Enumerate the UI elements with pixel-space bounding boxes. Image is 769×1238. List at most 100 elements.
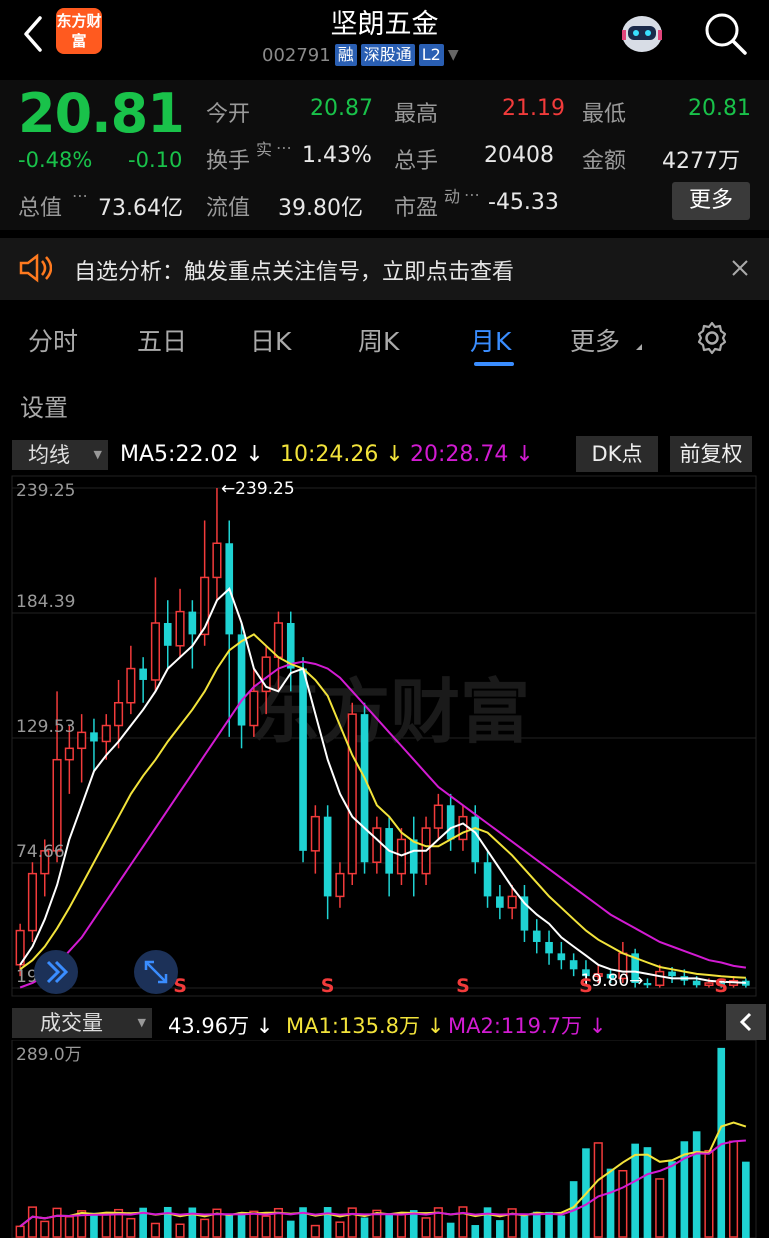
volume-select-button[interactable]: 成交量 ▼ bbox=[12, 1008, 152, 1038]
stock-code-row: 002791 融 深股通 L2 ▼ bbox=[262, 44, 459, 66]
volume-bar bbox=[101, 1213, 111, 1238]
sell-signal[interactable]: S bbox=[321, 975, 335, 997]
volume-bar bbox=[360, 1217, 369, 1238]
ma20-value: 20:28.74 ↓ bbox=[410, 442, 534, 467]
candle bbox=[372, 816, 382, 874]
sell-signal[interactable]: S bbox=[714, 975, 728, 997]
candle-body bbox=[643, 982, 652, 986]
candle bbox=[557, 941, 566, 970]
volume-bar bbox=[175, 1223, 185, 1238]
mcap-value: 73.64亿 bbox=[98, 196, 183, 221]
turnover-sup: 实 bbox=[256, 140, 273, 159]
info-icon[interactable]: ⋯ bbox=[276, 138, 292, 157]
candle-body bbox=[692, 980, 701, 986]
low-value: 20.81 bbox=[688, 96, 751, 121]
pe-label: 市盈 bbox=[394, 196, 439, 221]
gear-icon[interactable] bbox=[694, 320, 730, 356]
ma5-line bbox=[19, 587, 746, 984]
price-axis-label: 184.39 bbox=[16, 592, 75, 612]
candle bbox=[569, 953, 578, 977]
float-label: 流值 bbox=[206, 196, 251, 221]
pe-value: -45.33 bbox=[488, 190, 559, 215]
volume-bar bbox=[225, 1214, 234, 1238]
tab-intraday[interactable]: 分时 bbox=[28, 322, 78, 358]
candle bbox=[335, 862, 345, 908]
low-label: 最低 bbox=[582, 102, 627, 127]
volume-chart[interactable]: 289.0万 bbox=[0, 1040, 769, 1238]
candle-body bbox=[113, 701, 124, 727]
volume-bar bbox=[310, 1224, 320, 1238]
volume-bar bbox=[188, 1207, 197, 1238]
sell-signal[interactable]: S bbox=[579, 975, 593, 997]
volume-bar bbox=[286, 1220, 295, 1238]
notice-text[interactable]: 自选分析：触发重点关注信号，立即点击查看 bbox=[74, 254, 514, 286]
candlestick-chart[interactable]: 东方财富 239.25184.39129.5374.6619.80 ←239.2… bbox=[0, 474, 769, 1000]
info-icon[interactable]: ⋯ bbox=[72, 186, 88, 205]
close-icon[interactable] bbox=[730, 258, 750, 278]
volume-bar bbox=[458, 1206, 468, 1238]
collapse-arrow-button[interactable] bbox=[726, 1004, 766, 1040]
candle bbox=[347, 702, 357, 886]
search-icon[interactable] bbox=[702, 10, 750, 58]
candle bbox=[520, 885, 529, 942]
adjust-button[interactable]: 前复权 bbox=[670, 436, 752, 472]
volume-bar bbox=[471, 1225, 480, 1238]
ma-select-button[interactable]: 均线 ▼ bbox=[12, 440, 108, 470]
candle bbox=[175, 588, 185, 658]
volume-bar bbox=[643, 1147, 652, 1238]
volume-bar bbox=[335, 1221, 345, 1238]
sell-signal[interactable]: S bbox=[456, 975, 470, 997]
volume-bar bbox=[27, 1206, 38, 1238]
settings-link[interactable]: 设置 bbox=[20, 388, 68, 423]
tab-daily-k[interactable]: 日K bbox=[250, 322, 291, 358]
volume-bar bbox=[52, 1207, 62, 1238]
candle-body bbox=[273, 622, 284, 658]
more-button[interactable]: 更多 bbox=[672, 182, 750, 220]
candle-body bbox=[433, 804, 443, 829]
tab-monthly-k[interactable]: 月K bbox=[470, 322, 511, 358]
volume-bar bbox=[347, 1207, 357, 1238]
price-axis-label: 129.53 bbox=[16, 717, 75, 737]
double-chevron-right-icon[interactable] bbox=[34, 950, 78, 994]
candle bbox=[545, 930, 553, 965]
volume-bar bbox=[249, 1210, 259, 1238]
candle-body bbox=[396, 838, 407, 875]
volume-bar bbox=[606, 1168, 615, 1238]
candle bbox=[385, 816, 393, 897]
volume-bar bbox=[496, 1220, 504, 1238]
amount-value: 4277万 bbox=[662, 149, 740, 174]
tab-five-day[interactable]: 五日 bbox=[137, 322, 187, 358]
candle-body bbox=[347, 713, 357, 875]
volume-bar bbox=[668, 1161, 676, 1238]
info-icon[interactable]: ⋯ bbox=[464, 185, 480, 204]
high-marker: ←239.25 bbox=[221, 479, 295, 499]
volume-bar bbox=[446, 1222, 455, 1238]
stock-code: 002791 bbox=[262, 44, 331, 66]
dropdown-triangle-icon bbox=[636, 344, 642, 350]
candle bbox=[396, 828, 407, 886]
candle bbox=[458, 805, 468, 851]
pe-sup: 动 bbox=[444, 187, 461, 206]
volume-bar bbox=[150, 1222, 161, 1238]
expand-icon[interactable] bbox=[134, 950, 178, 994]
volume-current: 43.96万 ↓ bbox=[168, 1014, 274, 1038]
robot-assistant-icon[interactable] bbox=[618, 10, 666, 56]
volume-value: 20408 bbox=[484, 143, 554, 168]
candle-body bbox=[704, 982, 714, 987]
tab-more[interactable]: 更多 bbox=[570, 322, 620, 358]
candle-body bbox=[496, 896, 504, 908]
chevron-down-icon[interactable]: ▼ bbox=[448, 47, 459, 63]
high-value: 21.19 bbox=[502, 96, 565, 121]
tab-weekly-k[interactable]: 周K bbox=[358, 322, 399, 358]
current-price: 20.81 bbox=[18, 82, 185, 145]
candle bbox=[163, 600, 172, 669]
candle-body bbox=[335, 872, 345, 898]
turnover-value: 1.43% bbox=[302, 143, 372, 168]
dk-point-button[interactable]: DK点 bbox=[576, 436, 658, 472]
amount-label: 金额 bbox=[582, 149, 627, 174]
candle bbox=[433, 793, 443, 840]
volume-bar bbox=[631, 1143, 639, 1238]
candle bbox=[150, 577, 161, 692]
volume-bar bbox=[483, 1207, 492, 1238]
connect-tag: 深股通 bbox=[360, 44, 415, 66]
